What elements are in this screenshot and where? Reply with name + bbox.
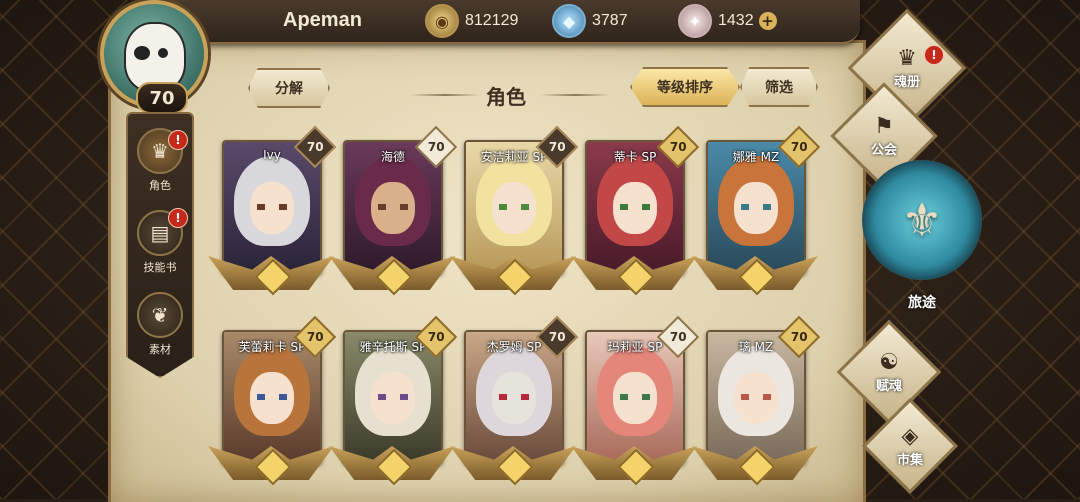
portrait-eyes: [378, 204, 408, 210]
card-level-value: 70: [306, 329, 324, 344]
card-level-value: 70: [669, 139, 687, 154]
card-level-value: 70: [548, 139, 566, 154]
imbue-icon: ☯: [879, 349, 899, 375]
tab-character-label: 角色: [149, 179, 171, 192]
portrait-eyes: [620, 204, 650, 210]
tab-material[interactable]: ❦ 素材: [128, 288, 192, 358]
soulbook-icon: ♛: [897, 45, 917, 71]
coin-icon: ◉: [425, 4, 459, 38]
nav-journey-label: 旅途: [908, 295, 936, 311]
crystal-value: 1432: [718, 12, 754, 29]
nav-market-content: ◈ 市集: [897, 424, 923, 468]
character-card[interactable]: 海德 70: [329, 125, 458, 296]
portrait-eyes: [257, 204, 287, 210]
gold-value: 812129: [465, 12, 519, 29]
soulbook-alert-badge: !: [924, 45, 944, 65]
side-tab-column: ♛ 角色 ▤ 技能书 ❦ 素材: [126, 112, 194, 378]
sort-by-level-button[interactable]: 等级排序: [630, 67, 740, 107]
portrait-eyes: [620, 394, 650, 400]
character-card[interactable]: 芙蕾莉卡 SP 70: [208, 315, 337, 486]
guild-icon: ⚑: [874, 113, 894, 139]
portrait-eyes: [499, 204, 529, 210]
tab-skillbook-label: 技能书: [143, 261, 177, 274]
character-card[interactable]: 蒂卡 SP 70: [571, 125, 700, 296]
tab-material-label: 素材: [149, 343, 171, 356]
title-ornament-left: [410, 94, 480, 96]
portrait-eyes: [378, 394, 408, 400]
character-card[interactable]: 雅辛托斯 SP 70: [329, 315, 458, 486]
filter-button[interactable]: 筛选: [740, 67, 818, 107]
market-icon: ◈: [901, 423, 919, 449]
card-level-value: 70: [306, 139, 324, 154]
card-level-value: 70: [427, 329, 445, 344]
nav-soulbook-label: 魂册: [893, 74, 921, 90]
portrait-eyes: [741, 204, 771, 210]
crystal-counter: ✦ 1432 +: [678, 4, 777, 38]
journey-icon: ⚜: [901, 193, 943, 247]
nav-soulbook-content: ♛ 魂册: [894, 46, 920, 90]
character-card[interactable]: Ivy 70: [208, 125, 337, 296]
nav-market-label: 市集: [896, 452, 924, 468]
skillbook-alert-badge: !: [168, 208, 188, 228]
card-level-value: 70: [790, 329, 808, 344]
character-card[interactable]: 杰罗姆 SP 70: [450, 315, 579, 486]
character-alert-badge: !: [168, 130, 188, 150]
gem-counter: ◆ 3787: [552, 4, 628, 38]
crystal-icon: ✦: [678, 4, 712, 38]
top-bar: Apeman ◉ 812129 ◆ 3787 ✦ 1432 +: [150, 0, 860, 44]
card-level-value: 70: [427, 139, 445, 154]
add-crystal-button[interactable]: +: [758, 12, 777, 30]
portrait-eyes: [741, 394, 771, 400]
character-card[interactable]: 玛莉亚 SP 70: [571, 315, 700, 486]
gem-icon: ◆: [552, 4, 586, 38]
nav-imbue[interactable]: ☯ 赋魂: [836, 319, 942, 425]
card-level-value: 70: [548, 329, 566, 344]
nav-imbue-content: ☯ 赋魂: [876, 350, 902, 394]
material-icon: ❦: [137, 292, 183, 338]
journey-ring: ⚜: [862, 160, 982, 280]
player-level-badge: 70: [136, 82, 188, 114]
character-card[interactable]: 安洁莉亚 SP 70: [450, 125, 579, 296]
portrait-eyes: [257, 394, 287, 400]
decompose-button[interactable]: 分解: [248, 68, 330, 108]
card-level-value: 70: [669, 329, 687, 344]
page-title: 角色: [486, 85, 526, 109]
nav-guild-content: ⚑ 公会: [871, 114, 897, 158]
title-ornament-right: [540, 94, 610, 96]
nav-market-frame: ◈ 市集: [861, 397, 959, 495]
nav-imbue-label: 赋魂: [875, 378, 903, 394]
character-card[interactable]: 娜雅 MZ 70: [692, 125, 821, 296]
nav-journey[interactable]: ⚜ 旅途: [862, 160, 982, 311]
portrait-eyes: [499, 394, 529, 400]
character-card[interactable]: 璃 MZ 70: [692, 315, 821, 486]
nav-guild-label: 公会: [870, 142, 898, 158]
player-name: Apeman: [283, 9, 362, 31]
gem-value: 3787: [592, 12, 628, 29]
nav-market[interactable]: ◈ 市集: [861, 397, 959, 495]
card-level-value: 70: [790, 139, 808, 154]
nav-imbue-frame: ☯ 赋魂: [836, 319, 942, 425]
gold-counter: ◉ 812129: [425, 4, 519, 38]
